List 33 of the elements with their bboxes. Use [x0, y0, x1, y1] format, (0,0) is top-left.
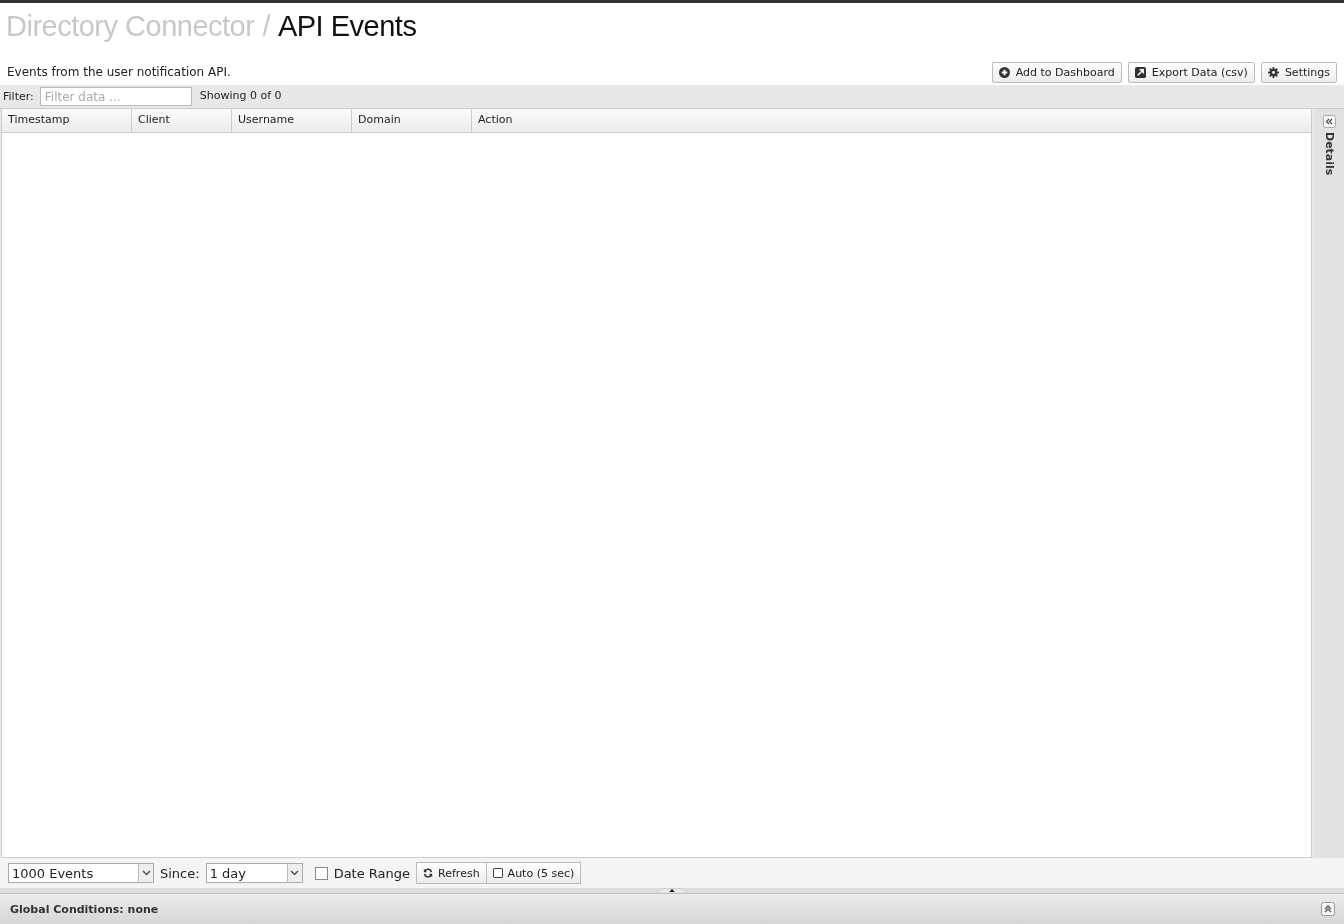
since-select[interactable]: 1 day: [205, 863, 303, 883]
caret-down-icon: [290, 870, 300, 876]
breadcrumb-separator: /: [262, 10, 270, 43]
page-description: Events from the user notification API.: [7, 63, 231, 79]
export-data-button[interactable]: Export Data (csv): [1127, 61, 1255, 83]
filter-field[interactable]: Filter data ...: [39, 87, 192, 106]
chevron-double-left-icon[interactable]: [1322, 115, 1336, 128]
settings-button[interactable]: Settings: [1260, 61, 1337, 83]
column-header[interactable]: Client: [132, 109, 232, 132]
settings-icon: [1267, 66, 1279, 78]
external-link-icon: [1134, 66, 1146, 78]
date-range-label: Date Range: [333, 865, 411, 881]
auto-refresh-toggle[interactable]: Auto (5 sec): [486, 862, 582, 884]
column-header[interactable]: Timestamp: [2, 109, 132, 132]
chevron-double-up-icon[interactable]: [1321, 902, 1335, 916]
auto-checkbox[interactable]: [492, 868, 503, 878]
event-limit-select[interactable]: 1000 Events: [8, 863, 154, 883]
page-title: API Events: [277, 10, 417, 43]
add-to-dashboard-button[interactable]: Add to Dashboard: [991, 61, 1122, 83]
global-conditions-label: Global Conditions: none: [10, 902, 159, 916]
column-header[interactable]: Domain: [352, 109, 472, 132]
plus-circle-icon: [998, 66, 1010, 78]
date-range-checkbox[interactable]: [314, 866, 328, 880]
refresh-button[interactable]: Refresh: [416, 862, 487, 884]
showing-count: Showing 0 of 0: [199, 89, 282, 104]
column-header[interactable]: Action: [472, 109, 1311, 132]
since-label: Since:: [160, 865, 200, 881]
column-header[interactable]: Username: [232, 109, 352, 132]
refresh-icon: [423, 868, 434, 878]
caret-down-icon: [141, 870, 151, 876]
splitter-handle-icon[interactable]: [657, 887, 687, 893]
details-tab[interactable]: Details: [1322, 132, 1336, 176]
filter-label: Filter:: [3, 90, 34, 103]
